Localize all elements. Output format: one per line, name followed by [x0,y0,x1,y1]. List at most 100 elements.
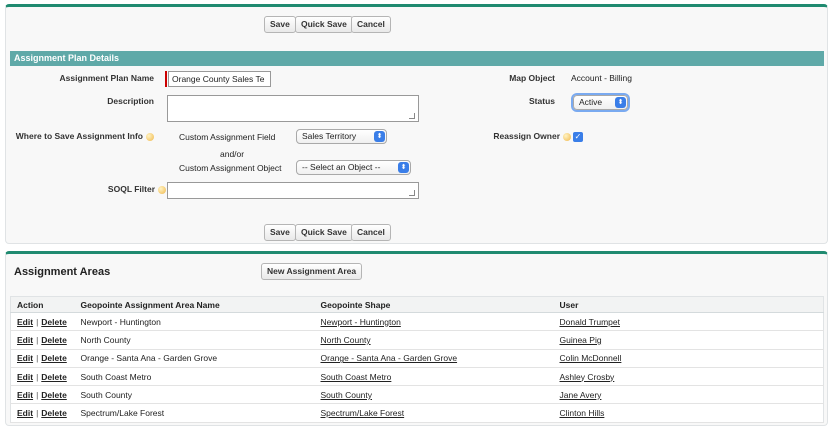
assignment-areas-panel: Assignment Areas New Assignment Area Act… [5,251,828,426]
user-link[interactable]: Jane Avery [560,390,602,400]
user-cell: Colin McDonnell [553,349,824,368]
action-divider: | [36,389,39,400]
shape-cell: Orange - Santa Ana - Garden Grove [314,349,554,368]
chevron-updown-icon: ⬍ [615,97,626,108]
shape-cell: Spectrum/Lake Forest [314,403,554,423]
action-divider: | [36,408,39,419]
delete-link[interactable]: Delete [41,390,67,400]
table-header-row: Action Geopointe Assignment Area Name Ge… [10,296,824,313]
reassign-owner-checkbox[interactable]: ✓ [573,132,583,142]
column-header-action: Action [10,296,75,313]
and-or-text: and/or [220,149,245,159]
shape-cell: Newport - Huntington [314,312,554,332]
reassign-owner-text: Reassign Owner [493,131,560,141]
section-header-details: Assignment Plan Details [10,51,824,66]
resize-grip-icon[interactable] [409,113,415,119]
action-divider: | [36,353,39,364]
help-icon[interactable] [158,185,166,194]
table-row: Edit | Delete Spectrum/Lake Forest Spectru… [10,403,824,423]
column-header-area-name: Geopointe Assignment Area Name [74,296,315,313]
action-cell: Edit | Delete [10,312,75,332]
delete-link[interactable]: Delete [41,335,67,345]
user-cell: Donald Trumpet [553,312,824,332]
action-divider: | [36,334,39,345]
description-label: Description [107,96,154,106]
custom-object-label: Custom Assignment Object [179,163,282,173]
quick-save-button-bottom[interactable]: Quick Save [295,224,353,241]
delete-link[interactable]: Delete [41,317,67,327]
edit-link[interactable]: Edit [17,317,33,327]
soql-filter-text: SOQL Filter [107,184,155,194]
quick-save-button-top[interactable]: Quick Save [295,16,353,33]
user-cell: Guinea Pig [553,330,824,350]
edit-link[interactable]: Edit [17,372,33,382]
shape-link[interactable]: North County [321,335,371,345]
assignment-plan-panel: Save Quick Save Cancel Assignment Plan D… [5,4,828,244]
status-select[interactable]: Active ⬍ [573,95,628,110]
action-divider: | [36,316,39,327]
action-divider: | [36,371,39,382]
custom-object-select[interactable]: -- Select an Object -- ⬍ [296,160,411,175]
table-row: Edit | Delete South County South County Ja… [10,385,824,405]
save-button-top[interactable]: Save [264,16,296,33]
area-name-cell: North County [74,330,315,350]
required-indicator [165,71,167,87]
edit-link[interactable]: Edit [17,335,33,345]
edit-link[interactable]: Edit [17,390,33,400]
shape-cell: South County [314,385,554,405]
new-assignment-area-button[interactable]: New Assignment Area [261,263,363,280]
chevron-updown-icon: ⬍ [374,131,385,142]
where-to-save-label: Where to Save Assignment Info [16,131,154,141]
user-link[interactable]: Clinton Hills [560,408,605,418]
column-header-shape: Geopointe Shape [314,296,554,313]
table-row: Edit | Delete South Coast Metro South Coas… [10,367,824,387]
table-row: Edit | Delete Orange - Santa Ana - Garden … [10,349,824,368]
custom-field-label: Custom Assignment Field [179,132,276,142]
shape-cell: South Coast Metro [314,367,554,387]
status-label: Status [529,96,555,106]
custom-field-select[interactable]: Sales Territory ⬍ [296,129,387,144]
user-link[interactable]: Ashley Crosby [560,372,615,382]
delete-link[interactable]: Delete [41,353,67,363]
description-input[interactable] [167,95,419,122]
cancel-button-top[interactable]: Cancel [351,16,391,33]
plan-name-input[interactable] [168,71,271,87]
plan-name-label: Assignment Plan Name [59,73,154,83]
custom-field-select-value: Sales Territory [302,131,357,141]
delete-link[interactable]: Delete [41,408,67,418]
shape-link[interactable]: Newport - Huntington [321,317,401,327]
user-link[interactable]: Guinea Pig [560,335,602,345]
map-object-label: Map Object [509,73,555,83]
custom-object-select-value: -- Select an Object -- [302,162,381,172]
delete-link[interactable]: Delete [41,372,67,382]
edit-link[interactable]: Edit [17,408,33,418]
cancel-button-bottom[interactable]: Cancel [351,224,391,241]
action-cell: Edit | Delete [10,385,75,405]
help-icon[interactable] [146,132,154,141]
action-cell: Edit | Delete [10,330,75,350]
user-link[interactable]: Colin McDonnell [560,353,622,363]
soql-filter-label: SOQL Filter [108,184,166,194]
shape-link[interactable]: South County [321,390,373,400]
column-header-user: User [553,296,824,313]
shape-link[interactable]: Spectrum/Lake Forest [321,408,405,418]
user-cell: Jane Avery [553,385,824,405]
help-icon[interactable] [563,132,571,141]
action-cell: Edit | Delete [10,403,75,423]
edit-link[interactable]: Edit [17,353,33,363]
user-link[interactable]: Donald Trumpet [560,317,620,327]
save-button-bottom[interactable]: Save [264,224,296,241]
reassign-owner-label: Reassign Owner [493,131,571,141]
area-name-cell: Spectrum/Lake Forest [74,403,315,423]
area-name-cell: South Coast Metro [74,367,315,387]
shape-link[interactable]: South Coast Metro [321,372,392,382]
assignment-areas-table: Action Geopointe Assignment Area Name Ge… [10,296,824,423]
shape-link[interactable]: Orange - Santa Ana - Garden Grove [321,353,458,363]
map-object-value: Account - Billing [571,73,632,83]
action-cell: Edit | Delete [10,367,75,387]
user-cell: Clinton Hills [553,403,824,423]
resize-grip-icon[interactable] [409,190,415,196]
area-name-cell: Newport - Huntington [74,312,315,332]
soql-filter-input[interactable] [167,182,419,199]
area-name-cell: South County [74,385,315,405]
